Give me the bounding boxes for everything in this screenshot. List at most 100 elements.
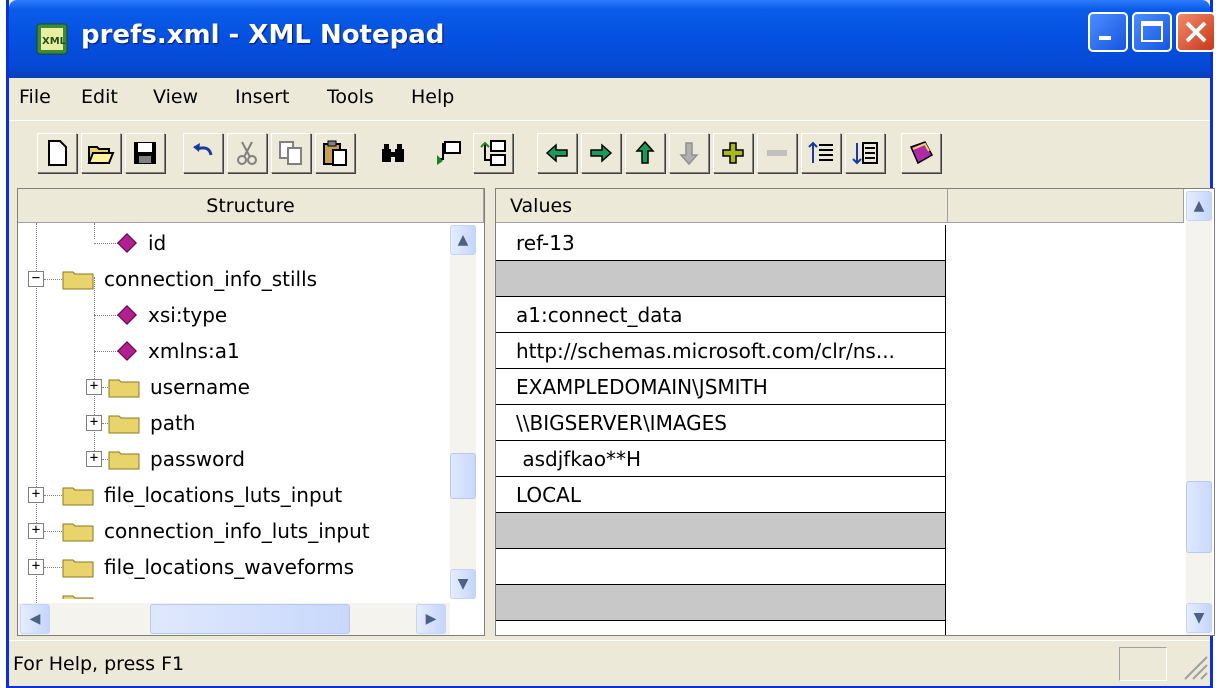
insert-child-button[interactable] <box>473 133 513 173</box>
menu-view[interactable]: View <box>153 86 198 108</box>
structure-horizontal-scrollbar[interactable]: ◀ ▶ <box>18 603 450 635</box>
title-bar[interactable]: XML prefs.xml - XML Notepad <box>9 0 1216 78</box>
attribute-icon <box>117 341 137 361</box>
folder-icon <box>108 379 140 398</box>
tree-connector <box>94 243 118 244</box>
new-button[interactable] <box>37 133 77 173</box>
tree-item-path[interactable]: + path <box>18 405 448 441</box>
minimize-icon <box>1099 36 1111 40</box>
tree-item-label: id <box>148 231 167 255</box>
scroll-thumb[interactable] <box>150 604 350 634</box>
move-right-icon <box>590 143 613 163</box>
tree-item-username[interactable]: + username <box>18 369 448 405</box>
tree-item-label: password <box>150 447 245 471</box>
scroll-right-button[interactable]: ▶ <box>416 604 446 634</box>
tree-connector <box>44 495 62 496</box>
value-cell[interactable] <box>496 585 946 621</box>
value-cell[interactable]: asdjfkao**H <box>496 441 946 477</box>
tree-item-connection-info-stills[interactable]: − connection_info_stills <box>18 261 448 297</box>
value-cell[interactable]: http://schemas.microsoft.com/clr/ns... <box>496 333 946 369</box>
tree-item-partial[interactable] <box>18 585 448 599</box>
scroll-thumb[interactable] <box>450 453 476 499</box>
column-divider <box>945 621 946 635</box>
status-bar: For Help, press F1 <box>9 640 1210 686</box>
value-cell[interactable]: ref-13 <box>496 225 946 261</box>
insert-element-icon <box>437 141 461 165</box>
scroll-down-button[interactable]: ▼ <box>450 569 476 599</box>
values-header[interactable]: Values <box>496 189 948 223</box>
tree-item-id[interactable]: id <box>18 225 448 261</box>
value-cell[interactable] <box>496 261 946 297</box>
menu-help[interactable]: Help <box>411 86 454 108</box>
value-cell[interactable]: EXAMPLEDOMAIN\JSMITH <box>496 369 946 405</box>
menu-edit[interactable]: Edit <box>81 86 118 108</box>
tree-connector <box>94 315 118 316</box>
tree-connector <box>44 279 62 280</box>
move-up-button[interactable] <box>625 133 665 173</box>
move-down-button[interactable] <box>669 133 709 173</box>
values-header-blank[interactable] <box>948 189 1184 223</box>
expand-all-button[interactable] <box>801 133 841 173</box>
menu-file-label: File <box>19 86 51 108</box>
maximize-button[interactable] <box>1132 12 1172 52</box>
collapse-toggle[interactable]: − <box>28 271 44 287</box>
move-left-button[interactable] <box>537 133 577 173</box>
structure-vertical-scrollbar[interactable]: ▲ ▼ <box>450 225 476 599</box>
remove-icon <box>767 150 787 156</box>
tree-item-file-locations-waveforms[interactable]: + file_locations_waveforms <box>18 549 448 585</box>
scroll-up-button[interactable]: ▲ <box>450 225 476 255</box>
insert-element-button[interactable] <box>429 133 469 173</box>
tree-item-connection-info-luts-input[interactable]: + connection_info_luts_input <box>18 513 448 549</box>
add-button[interactable] <box>713 133 753 173</box>
tree-item-file-locations-luts-input[interactable]: + file_locations_luts_input <box>18 477 448 513</box>
expand-toggle[interactable]: + <box>28 523 44 539</box>
expand-toggle[interactable]: + <box>28 487 44 503</box>
expand-toggle[interactable]: + <box>86 415 102 431</box>
value-cell[interactable]: \\BIGSERVER\IMAGES <box>496 405 946 441</box>
menu-tools[interactable]: Tools <box>327 86 374 108</box>
tree-item-label: xmlns:a1 <box>148 339 240 363</box>
menu-insert[interactable]: Insert <box>235 86 290 108</box>
remove-button[interactable] <box>757 133 797 173</box>
scroll-thumb[interactable] <box>1186 481 1212 553</box>
values-pane[interactable]: Values ref-13 a1:connect_data http://sch… <box>495 188 1215 636</box>
copy-button[interactable] <box>271 133 311 173</box>
open-folder-icon <box>87 146 115 164</box>
minimize-button[interactable] <box>1088 12 1128 52</box>
insert-child-icon <box>480 140 506 166</box>
expand-toggle[interactable]: + <box>86 379 102 395</box>
move-right-button[interactable] <box>581 133 621 173</box>
undo-button[interactable] <box>183 133 223 173</box>
cut-button[interactable] <box>227 133 267 173</box>
move-down-icon <box>679 142 699 166</box>
find-button[interactable] <box>373 133 413 173</box>
help-button[interactable] <box>901 133 941 173</box>
value-cell[interactable]: a1:connect_data <box>496 297 946 333</box>
menu-file[interactable]: File <box>19 86 51 108</box>
paste-button[interactable] <box>315 133 355 173</box>
close-button[interactable] <box>1176 12 1216 52</box>
save-button[interactable] <box>125 133 165 173</box>
value-cell[interactable]: LOCAL <box>496 477 946 513</box>
resize-grip-icon[interactable] <box>1179 651 1209 681</box>
app-window: XML prefs.xml - XML Notepad File Edit Vi… <box>6 0 1216 688</box>
structure-pane[interactable]: Structure id − connection_info_stills xs… <box>17 188 485 636</box>
tree-item-xsi-type[interactable]: xsi:type <box>18 297 448 333</box>
tree-item-xmlns-a1[interactable]: xmlns:a1 <box>18 333 448 369</box>
scroll-up-button[interactable]: ▲ <box>1186 191 1212 221</box>
scroll-left-button[interactable]: ◀ <box>20 604 50 634</box>
open-button[interactable] <box>81 133 121 173</box>
chevron-left-icon: ◀ <box>29 611 41 627</box>
add-icon <box>722 142 744 164</box>
structure-header[interactable]: Structure <box>18 189 484 223</box>
values-vertical-scrollbar[interactable]: ▲ ▼ <box>1186 191 1212 635</box>
expand-toggle[interactable]: + <box>86 451 102 467</box>
value-cell[interactable] <box>496 513 946 549</box>
tree-item-password[interactable]: + password <box>18 441 448 477</box>
menu-tools-label: Tools <box>327 86 374 108</box>
collapse-all-button[interactable] <box>845 133 885 173</box>
value-cell[interactable] <box>496 549 946 585</box>
folder-icon <box>62 523 94 542</box>
scroll-down-button[interactable]: ▼ <box>1186 603 1212 633</box>
expand-toggle[interactable]: + <box>28 559 44 575</box>
